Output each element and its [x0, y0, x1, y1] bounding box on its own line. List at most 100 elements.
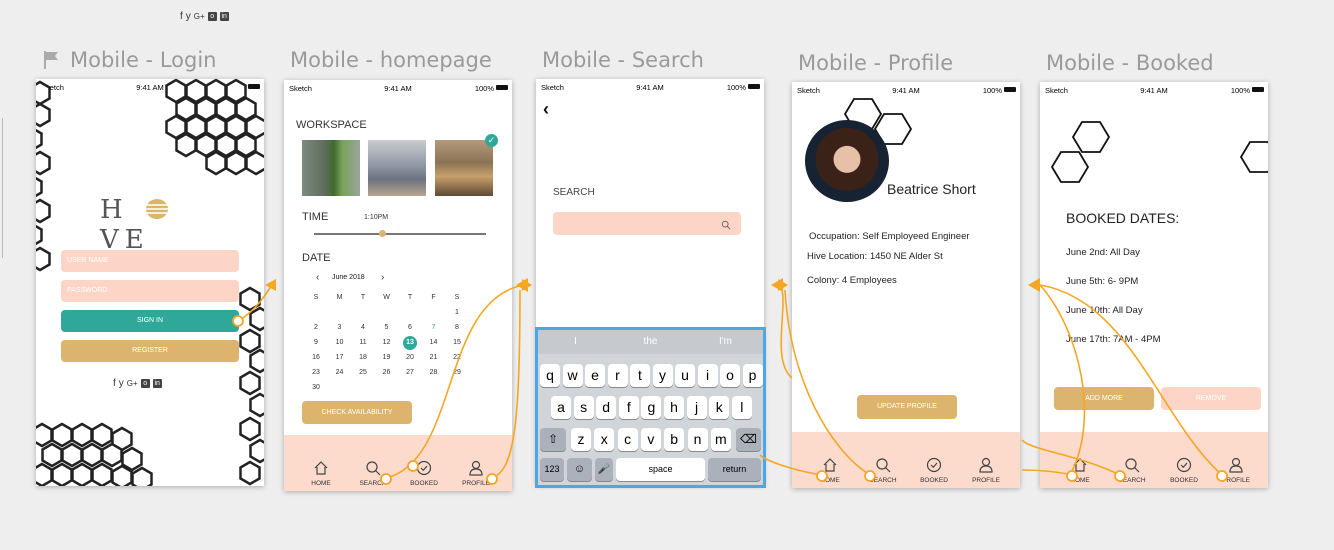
avatar[interactable] — [805, 120, 889, 202]
update-profile-button[interactable]: UPDATE PROFILE — [857, 395, 957, 419]
key-r[interactable]: r — [607, 364, 628, 387]
username-field[interactable]: USER NAME — [61, 250, 239, 272]
numbers-key[interactable]: 123 — [540, 458, 564, 481]
calendar-day[interactable]: 20 — [402, 354, 418, 361]
instagram-icon[interactable]: o — [140, 379, 150, 388]
workspace-image-3[interactable] — [435, 140, 493, 196]
sign-in-button[interactable]: SIGN IN — [61, 310, 239, 332]
key-e[interactable]: e — [585, 364, 605, 387]
key-b[interactable]: b — [664, 428, 685, 451]
tab-search[interactable]: SEARCH — [863, 457, 903, 484]
emoji-key[interactable]: ☺ — [567, 458, 592, 481]
calendar-day[interactable]: 8 — [449, 324, 465, 331]
booked-date-3[interactable]: June 10th: All Day — [1066, 305, 1143, 316]
tab-booked[interactable]: BOOKED — [404, 460, 444, 487]
prev-month-icon[interactable]: ‹ — [316, 272, 319, 283]
tab-home[interactable]: HOME — [1060, 457, 1100, 484]
calendar-day[interactable]: 2 — [308, 324, 324, 331]
booked-date-1[interactable]: June 2nd: All Day — [1066, 247, 1140, 258]
key-t[interactable]: t — [630, 364, 650, 387]
tab-search[interactable]: SEARCH — [353, 460, 393, 487]
tab-booked[interactable]: BOOKED — [914, 457, 954, 484]
artboard-label-search[interactable]: Mobile - Search — [542, 48, 704, 72]
tab-search[interactable]: SEARCH — [1112, 457, 1152, 484]
key-o[interactable]: o — [720, 364, 740, 387]
key-s[interactable]: s — [573, 396, 594, 419]
calendar-day[interactable]: 24 — [332, 369, 348, 376]
instagram-icon[interactable]: o — [207, 12, 217, 21]
calendar-day[interactable]: 15 — [449, 339, 465, 346]
key-m[interactable]: m — [710, 428, 731, 451]
tab-booked[interactable]: BOOKED — [1164, 457, 1204, 484]
suggestion-1[interactable]: I — [538, 336, 613, 347]
calendar-day[interactable]: 23 — [308, 369, 324, 376]
backspace-key[interactable]: ⌫ — [736, 428, 761, 451]
key-f[interactable]: f — [618, 396, 639, 419]
calendar-day[interactable]: 16 — [308, 354, 324, 361]
key-d[interactable]: d — [596, 396, 617, 419]
key-h[interactable]: h — [664, 396, 684, 419]
twitter-icon[interactable]: y — [119, 378, 124, 389]
google-plus-icon[interactable]: G+ — [127, 379, 138, 388]
booked-date-2[interactable]: June 5th: 6- 9PM — [1066, 276, 1138, 287]
key-i[interactable]: i — [697, 364, 718, 387]
search-input[interactable] — [553, 212, 741, 235]
booked-date-4[interactable]: June 17th: 7AM - 4PM — [1066, 334, 1161, 345]
key-j[interactable]: j — [686, 396, 707, 419]
artboard-label-homepage[interactable]: Mobile - homepage — [290, 48, 492, 72]
keyboard[interactable]: I the I'm ⇧ ⌫ 123 ☺ 🎤 space return qwert… — [535, 327, 766, 488]
calendar-day[interactable]: 7 — [426, 324, 442, 331]
key-y[interactable]: y — [652, 364, 673, 387]
tab-profile[interactable]: PROFILE — [1216, 457, 1256, 484]
calendar-day[interactable]: 30 — [308, 384, 324, 391]
calendar-day[interactable]: 26 — [379, 369, 395, 376]
check-availability-button[interactable]: CHECK AVAILABILITY — [302, 401, 412, 424]
key-g[interactable]: g — [641, 396, 662, 419]
calendar-day[interactable]: 14 — [426, 339, 442, 346]
next-month-icon[interactable]: › — [381, 272, 384, 283]
calendar-day[interactable]: 21 — [426, 354, 442, 361]
workspace-image-2[interactable] — [368, 140, 426, 196]
calendar-day[interactable]: 4 — [355, 324, 371, 331]
shift-key[interactable]: ⇧ — [540, 428, 566, 451]
key-v[interactable]: v — [640, 428, 661, 451]
calendar-day[interactable]: 10 — [332, 339, 348, 346]
remove-button[interactable]: REMOVE — [1161, 387, 1261, 410]
key-c[interactable]: c — [617, 428, 638, 451]
calendar-day[interactable]: 29 — [449, 369, 465, 376]
key-x[interactable]: x — [594, 428, 615, 451]
calendar-day[interactable]: 19 — [379, 354, 395, 361]
calendar-day[interactable]: 18 — [355, 354, 371, 361]
calendar-day[interactable]: 27 — [402, 369, 418, 376]
key-a[interactable]: a — [551, 396, 571, 419]
calendar-day[interactable]: 3 — [332, 324, 348, 331]
calendar-day[interactable]: 6 — [402, 324, 418, 331]
add-more-button[interactable]: ADD MORE — [1054, 387, 1154, 410]
password-field[interactable]: PASSWORD — [61, 280, 239, 302]
microphone-icon[interactable]: 🎤 — [595, 458, 613, 481]
calendar-day[interactable]: 5 — [379, 324, 395, 331]
calendar-day[interactable]: 12 — [379, 339, 395, 346]
calendar-day[interactable]: 28 — [426, 369, 442, 376]
tab-home[interactable]: HOME — [301, 460, 341, 487]
time-slider[interactable] — [314, 233, 486, 235]
key-k[interactable]: k — [709, 396, 730, 419]
linkedin-icon[interactable]: in — [219, 12, 229, 21]
facebook-icon[interactable]: f — [113, 378, 116, 389]
calendar-day[interactable]: 1 — [449, 309, 465, 316]
key-l[interactable]: l — [731, 396, 752, 419]
calendar-day[interactable]: 9 — [308, 339, 324, 346]
workspace-image-1[interactable] — [302, 140, 360, 196]
register-button[interactable]: REGISTER — [61, 340, 239, 362]
tab-profile[interactable]: PROFILE — [966, 457, 1006, 484]
suggestion-3[interactable]: I'm — [688, 336, 763, 347]
key-u[interactable]: u — [675, 364, 695, 387]
return-key[interactable]: return — [708, 458, 761, 481]
key-q[interactable]: q — [540, 364, 560, 387]
key-n[interactable]: n — [687, 428, 708, 451]
key-z[interactable]: z — [571, 428, 591, 451]
calendar-day[interactable]: 25 — [355, 369, 371, 376]
artboard-label-profile[interactable]: Mobile - Profile — [798, 51, 953, 75]
key-w[interactable]: w — [562, 364, 583, 387]
tab-profile[interactable]: PROFILE — [456, 460, 496, 487]
